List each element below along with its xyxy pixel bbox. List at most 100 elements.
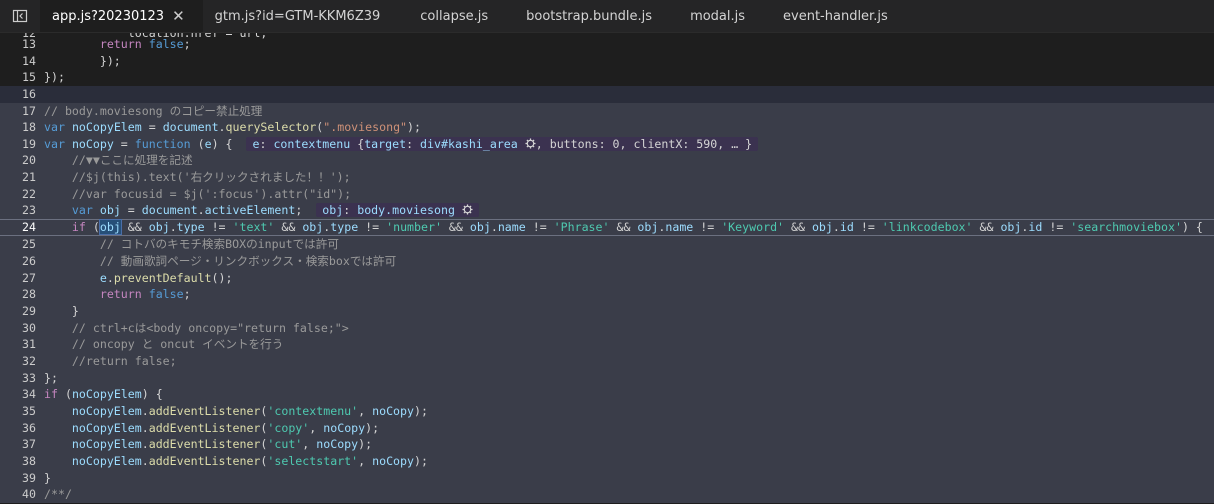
line-number: 38 (22, 454, 36, 468)
line-number: 19 (22, 137, 36, 151)
line-number: 35 (22, 404, 36, 418)
code-text: // 動画歌詞ページ・リンクボックス・検索boxでは許可 (44, 254, 397, 268)
tab-collapse-js[interactable]: collapse.js (398, 0, 506, 32)
code-line: 39} (0, 470, 1214, 487)
code-text: noCopyElem.addEventListener('selectstart… (71, 454, 428, 468)
inline-value-badge[interactable]: obj: body.moviesong (316, 203, 479, 217)
line-number: 20 (22, 153, 36, 167)
code-line: 31 // oncopy と oncut イベントを行う (0, 336, 1214, 353)
code-line: 23 var obj = document.activeElement; obj… (0, 202, 1214, 219)
line-number: 23 (22, 203, 36, 217)
line-number: 13 (22, 37, 36, 51)
code-text: var obj = document.activeElement; obj: b… (44, 202, 479, 219)
code-text: e.preventDefault(); (99, 271, 233, 285)
line-number: 22 (22, 187, 36, 201)
code-text: } (44, 304, 79, 318)
code-line: 18 var noCopyElem = document.querySelecto… (0, 119, 1214, 136)
code-text: }); (44, 70, 65, 84)
line-number: 17 (22, 104, 36, 118)
tab-label: app.js?20230123 (52, 9, 165, 24)
tab-label: modal.js (690, 8, 746, 24)
code-line: 38 noCopyElem.addEventListener('selectst… (0, 453, 1214, 470)
code-text: return false; (99, 37, 191, 51)
code-line: 14 }); (0, 53, 1214, 70)
current-code-line: 24 if (obj && obj.type != 'text' && obj.… (0, 219, 1214, 236)
code-text: }; (44, 371, 58, 385)
line-number: 29 (22, 304, 36, 318)
code-line: 35 noCopyElem.addEventListener('contextm… (0, 403, 1214, 420)
line-number: 33 (22, 371, 36, 385)
code-editor[interactable]: 12 location.href = url; 13 return false;… (0, 33, 1214, 504)
code-text: //$j(this).text('右クリックされました！！'); (44, 170, 351, 184)
line-number: 14 (22, 54, 36, 68)
code-line: 17 // body.moviesong のコピー禁止処理 (0, 103, 1214, 120)
line-number: 40 (22, 487, 36, 501)
code-line: 37 noCopyElem.addEventListener('cut', no… (0, 436, 1214, 453)
code-text: if (noCopyElem) { (44, 387, 163, 401)
code-text: // body.moviesong のコピー禁止処理 (44, 104, 263, 118)
code-text: }); (44, 54, 121, 68)
code-text: // ctrl+cは<body oncopy="return false;"> (44, 321, 349, 335)
code-line: 36 noCopyElem.addEventListener('copy', n… (0, 420, 1214, 437)
gear-icon (462, 204, 473, 215)
code-text: return false; (99, 287, 191, 301)
code-line: 29 } (0, 303, 1214, 320)
code-line: 34 if (noCopyElem) { (0, 386, 1214, 403)
code-line: 25 // コトバのキモチ検索BOXのinputでは許可 (0, 236, 1214, 253)
code-text: noCopyElem.addEventListener('contextmenu… (71, 404, 428, 418)
close-icon[interactable]: ✕ (172, 9, 185, 24)
tab-label: collapse.js (420, 8, 489, 24)
line-number: 27 (22, 271, 36, 285)
tab-app-js[interactable]: app.js?20230123 ✕ (40, 0, 203, 32)
line-number: 30 (22, 321, 36, 335)
line-number: 39 (22, 471, 36, 485)
code-line: 40 /**/ (0, 486, 1214, 503)
code-line: 26 // 動画歌詞ページ・リンクボックス・検索boxでは許可 (0, 253, 1214, 270)
line-number: 25 (22, 237, 36, 251)
tab-label: bootstrap.bundle.js (526, 8, 653, 24)
inline-value-badge[interactable]: e: contextmenu {target: div#kashi_area ,… (246, 137, 759, 151)
code-line: 28 return false; (0, 286, 1214, 303)
tab-label: gtm.js?id=GTM-KKM6Z39 (214, 8, 381, 24)
tab-label: event-handler.js (783, 8, 888, 24)
sidebar-toggle-icon[interactable] (0, 0, 40, 32)
code-text: var noCopy = function (e) { e: contextme… (44, 136, 759, 153)
code-text: } (44, 471, 51, 485)
code-line: 19 var noCopy = function (e) { e: context… (0, 136, 1214, 153)
code-line: 15}); (0, 69, 1214, 86)
line-number: 21 (22, 170, 36, 184)
line-number: 37 (22, 437, 36, 451)
editor-tab-bar: app.js?20230123 ✕ gtm.js?id=GTM-KKM6Z39 … (0, 0, 1214, 33)
tab-bootstrap-bundle-js[interactable]: bootstrap.bundle.js (506, 0, 670, 32)
code-text: // oncopy と oncut イベントを行う (44, 337, 284, 351)
line-number: 18 (22, 120, 36, 134)
line-number: 16 (22, 87, 36, 101)
code-line: 20 //▼▼ここに処理を記述 (0, 152, 1214, 169)
code-line: 33}; (0, 370, 1214, 387)
code-line: 27 e.preventDefault(); (0, 270, 1214, 287)
code-text: noCopyElem.addEventListener('cut', noCop… (71, 437, 373, 451)
line-number: 26 (22, 254, 36, 268)
line-number: 36 (22, 421, 36, 435)
line-number: 24 (22, 220, 36, 234)
code-text: /**/ (44, 487, 72, 501)
line-number: 34 (22, 387, 36, 401)
code-text: var noCopyElem = document.querySelector(… (44, 120, 421, 134)
code-line: 21 //$j(this).text('右クリックされました！！'); (0, 169, 1214, 186)
tab-gtm-js[interactable]: gtm.js?id=GTM-KKM6Z39 (203, 0, 399, 32)
code-line: 30 // ctrl+cは<body oncopy="return false;… (0, 320, 1214, 337)
code-line: 13 return false; (0, 36, 1214, 53)
line-number: 28 (22, 287, 36, 301)
gear-icon (525, 138, 536, 149)
line-number: 32 (22, 354, 36, 368)
code-text: noCopyElem.addEventListener('copy', noCo… (71, 421, 380, 435)
code-text: // コトバのキモチ検索BOXのinputでは許可 (44, 237, 339, 251)
code-line: 32 //return false; (0, 353, 1214, 370)
badge-tail: , buttons: 0, clientX: 590, … } (535, 137, 753, 151)
tab-event-handler-js[interactable]: event-handler.js (763, 0, 906, 32)
code-text: if (obj && obj.type != 'text' && obj.typ… (71, 219, 1203, 235)
code-text: //▼▼ここに処理を記述 (44, 153, 193, 167)
line-number: 15 (22, 70, 36, 84)
tab-modal-js[interactable]: modal.js (670, 0, 763, 32)
code-line: 22 //var focusid = $j(':focus').attr("id… (0, 186, 1214, 203)
